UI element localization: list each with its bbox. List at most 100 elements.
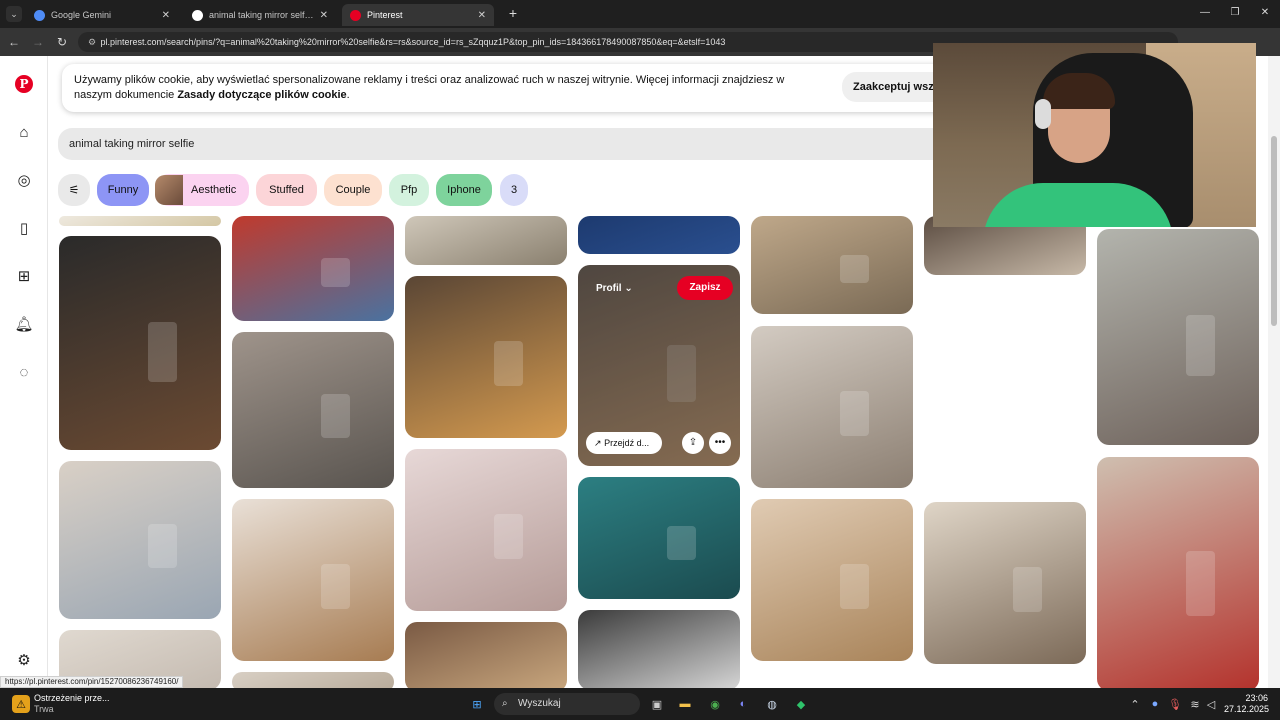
more-options-icon[interactable]: ••• (709, 432, 731, 454)
minimize-icon[interactable]: — (1190, 4, 1220, 22)
search-icon: ⌕ (502, 698, 508, 709)
share-icon[interactable]: ⇪ (682, 432, 704, 454)
pin-orangutan-plush[interactable] (59, 236, 221, 450)
pin-vintage-mirror[interactable] (405, 622, 567, 688)
close-tab-icon[interactable]: ✕ (478, 10, 486, 21)
filter-settings-button[interactable]: ⚟ (58, 174, 90, 206)
pin-top-partial-2[interactable] (232, 672, 394, 688)
windows-taskbar: ⚠ Ostrzeżenie prze... Trwa ⊞ ⌕ Wyszukaj … (0, 688, 1280, 720)
forward-arrow-icon[interactable]: → (30, 34, 46, 50)
new-tab-button[interactable]: + (505, 5, 521, 21)
windows-start-icon[interactable]: ⊞ (468, 695, 486, 713)
cookie-text-line2: naszym dokumencie Zasady dotyczące plikó… (74, 88, 950, 103)
pinterest-favicon-icon (350, 9, 361, 21)
tab-search-button[interactable]: ⌄ (6, 6, 22, 22)
chip-stuffed[interactable]: Stuffed (256, 174, 317, 206)
settings-gear-icon[interactable]: ⚙ (14, 650, 34, 670)
pin-monkey-mirror[interactable] (751, 326, 913, 488)
pin-image-detail (1013, 566, 1043, 613)
create-plus-icon[interactable]: ⊞ (14, 266, 34, 286)
file-explorer-icon[interactable]: ▬ (676, 695, 694, 713)
chip-iphone[interactable]: Iphone (436, 174, 492, 206)
chip-aesthetic[interactable]: Aesthetic (155, 174, 249, 206)
pin-man-mirror[interactable] (1097, 229, 1259, 445)
pin-yorkie-phone[interactable] (751, 499, 913, 661)
goto-site-button[interactable]: ↗ Przejdź d... (586, 432, 662, 454)
chip-3[interactable]: 3 (500, 174, 528, 206)
site-info-icon[interactable]: ⚙ (88, 32, 98, 52)
pinterest-logo-icon[interactable]: P (14, 74, 34, 94)
microphone-icon[interactable]: 🎙︎ (1166, 695, 1184, 713)
pin-image-detail (494, 513, 524, 560)
left-sidebar: P ⌂ ◎ ▯ ⊞ 🔔︎ ◌ ⚙ (0, 56, 48, 688)
pin-gorilla-bathroom[interactable] (578, 477, 740, 599)
chrome-icon[interactable]: ◉ (706, 695, 724, 713)
pin-image-detail (667, 345, 697, 402)
tab-google-gemini[interactable]: Google Gemini ✕ (26, 4, 178, 26)
app-icon[interactable]: ◆ (792, 695, 810, 713)
explore-compass-icon[interactable]: ◎ (14, 170, 34, 190)
chip-label: Couple (335, 184, 371, 196)
pin-cats-mirror[interactable] (232, 332, 394, 488)
pin-image-detail (840, 563, 870, 610)
notification-text[interactable]: Ostrzeżenie prze... Trwa (34, 693, 110, 715)
reload-icon[interactable]: ↻ (54, 34, 70, 50)
pin-muscle-selfie[interactable] (751, 216, 913, 314)
pin-image-detail (321, 563, 351, 610)
tray-chevron-icon[interactable]: ⌃ (1126, 695, 1144, 713)
notification-subtitle: Trwa (34, 704, 54, 714)
pin-image-detail (1186, 315, 1216, 376)
boards-icon[interactable]: ▯ (14, 218, 34, 238)
pin-lamp-ceiling[interactable] (578, 610, 740, 688)
page-scrollbar[interactable] (1268, 56, 1280, 688)
pin-image-detail (321, 394, 351, 439)
google-favicon-icon (192, 9, 203, 21)
close-tab-icon[interactable]: ✕ (162, 10, 170, 21)
pin-plush-partial[interactable] (59, 216, 221, 226)
tab-pinterest[interactable]: Pinterest ✕ (342, 4, 494, 26)
pin-horse-mask[interactable] (1097, 457, 1259, 688)
volume-icon[interactable]: ◁ (1202, 695, 1220, 713)
close-tab-icon[interactable]: ✕ (320, 10, 328, 21)
pin-image-detail (840, 255, 870, 283)
webcam-headset (1035, 99, 1051, 129)
cookie-text-prefix: naszym dokumencie (74, 89, 178, 101)
save-pin-button[interactable]: Zapisz (677, 276, 733, 300)
url-text: pl.pinterest.com/search/pins/?q=animal%2… (100, 37, 726, 47)
notifications-bell-icon[interactable]: 🔔︎ (14, 314, 34, 334)
pin-superman-figure[interactable] (232, 216, 394, 321)
pin-ginger-cat-phone[interactable] (405, 276, 567, 438)
home-icon[interactable]: ⌂ (14, 122, 34, 142)
clock[interactable]: 23:06 27.12.2025 (1224, 693, 1269, 715)
maximize-icon[interactable]: ❐ (1220, 4, 1250, 22)
cookie-policy-link[interactable]: Zasady dotyczące plików cookie (177, 89, 346, 101)
back-arrow-icon[interactable]: ← (6, 34, 22, 50)
gemini-favicon-icon (34, 9, 45, 21)
pin-tabby-pink-phone[interactable] (924, 502, 1086, 664)
taskbar-search[interactable]: ⌕ Wyszukaj (494, 693, 640, 715)
tab-animal-search[interactable]: animal taking mirror selfie - Szu ✕ (184, 4, 336, 26)
pin-image-detail (321, 258, 351, 288)
search-input[interactable]: animal taking mirror selfie (58, 128, 958, 160)
warning-notification-icon[interactable]: ⚠ (12, 695, 30, 713)
external-link-icon: ↗ (594, 438, 602, 448)
pin-image-detail (1186, 550, 1216, 617)
task-view-icon[interactable]: ▣ (648, 695, 666, 713)
messages-icon[interactable]: ◌ (14, 362, 34, 382)
pin-cat-kitten-top[interactable] (405, 216, 567, 265)
close-window-icon[interactable]: ✕ (1250, 4, 1280, 22)
discord-icon[interactable]: ◐ (734, 695, 752, 713)
pin-cat-blue-hat[interactable] (59, 461, 221, 619)
chip-couple[interactable]: Couple (324, 174, 382, 206)
scrollbar-thumb[interactable] (1271, 136, 1277, 326)
pin-profile-dropdown[interactable]: Profil ⌄ (596, 283, 633, 294)
goto-label: Przejdź d... (604, 438, 650, 448)
steam-icon[interactable]: ◍ (763, 695, 781, 713)
pin-poodle-phone[interactable] (232, 499, 394, 661)
pin-blue-top[interactable] (578, 216, 740, 254)
tray-app-icon[interactable]: ● (1146, 695, 1164, 713)
clock-time: 23:06 (1245, 693, 1268, 703)
chip-pfp[interactable]: Pfp (389, 174, 429, 206)
chip-funny[interactable]: Funny (97, 174, 149, 206)
pin-raccoon-bathroom[interactable] (405, 449, 567, 611)
